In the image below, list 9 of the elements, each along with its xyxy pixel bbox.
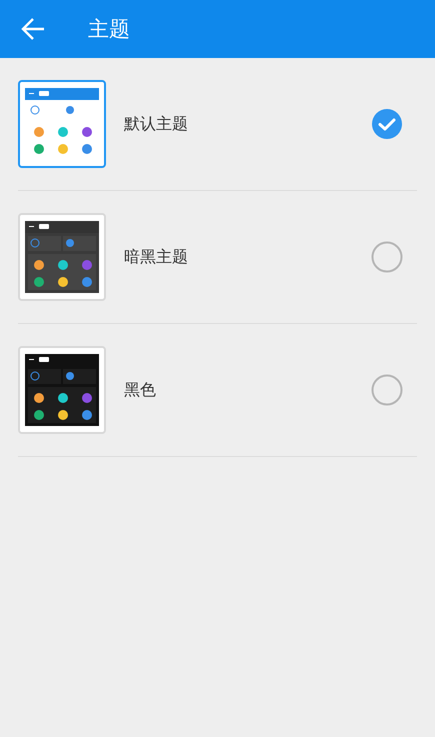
radio-button[interactable] <box>371 241 403 273</box>
theme-thumbnail[interactable] <box>18 80 106 168</box>
back-icon[interactable] <box>20 16 46 42</box>
theme-name: 黑色 <box>124 380 157 400</box>
theme-name: 暗黑主题 <box>124 246 189 268</box>
radio-button[interactable] <box>371 374 403 406</box>
theme-name: 默认主题 <box>124 114 189 134</box>
page-title: 主题 <box>88 16 130 43</box>
selected-check-icon[interactable] <box>371 108 403 140</box>
